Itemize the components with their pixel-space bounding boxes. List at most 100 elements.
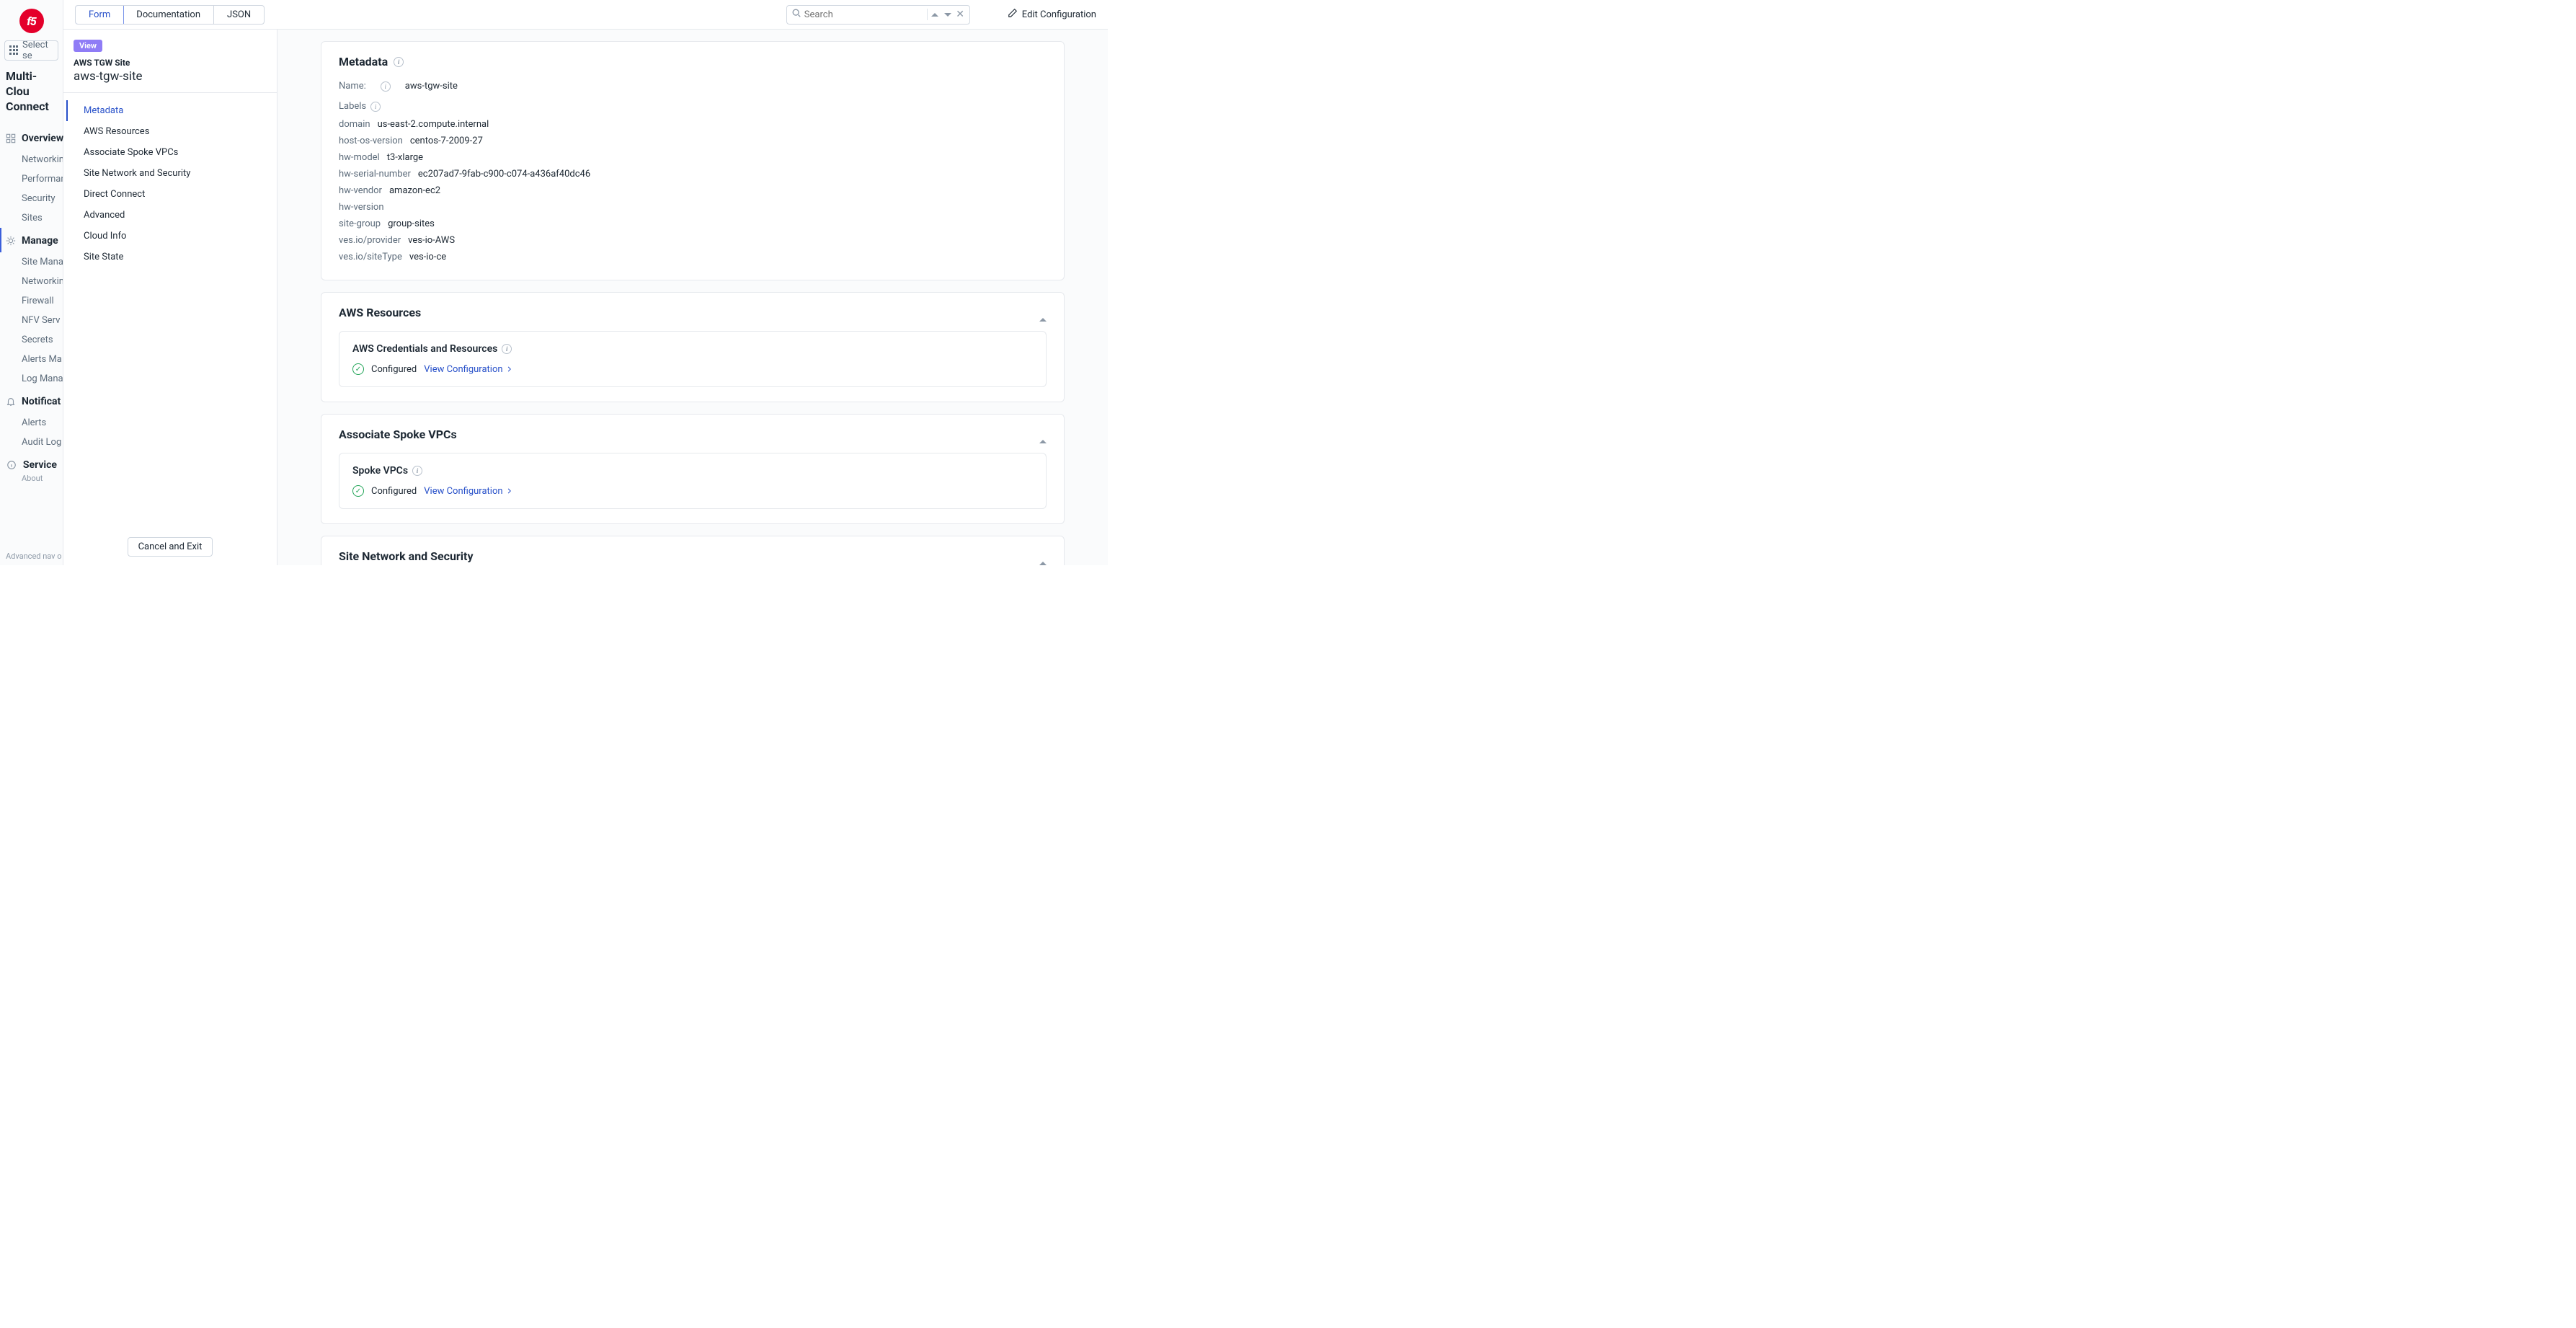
label-key: site-group (339, 218, 381, 229)
nav-section-service[interactable]: Service (0, 452, 63, 477)
info-icon[interactable]: i (394, 57, 404, 67)
label-value: us-east-2.compute.internal (378, 119, 489, 130)
label-key: host-os-version (339, 136, 403, 146)
object-name: aws-tgw-site (74, 69, 267, 84)
anchor-advanced[interactable]: Advanced (66, 205, 274, 226)
label-row: hw-modelt3-xlarge (339, 149, 1047, 166)
nav-section-notifications[interactable]: Notificat (0, 389, 63, 413)
spoke-vpcs-subtitle: Spoke VPCs (352, 465, 408, 477)
tab-documentation[interactable]: Documentation (123, 6, 214, 24)
search-input[interactable] (804, 9, 924, 20)
label-key: ves.io/siteType (339, 252, 402, 262)
info-icon[interactable]: i (502, 344, 512, 354)
anchor-site-network-security[interactable]: Site Network and Security (66, 163, 274, 184)
label-row: ves.io/provider ves-io-AWS (339, 232, 1047, 249)
check-circle-icon: ✓ (352, 485, 364, 497)
label-key: domain (339, 119, 370, 130)
nav-item-networking-overview[interactable]: Networkin (0, 150, 63, 169)
label-row: ves.io/siteType ves-io-ce (339, 249, 1047, 265)
info-icon[interactable]: i (412, 466, 422, 476)
configured-status: Configured (371, 486, 417, 497)
anchor-direct-connect[interactable]: Direct Connect (66, 184, 274, 205)
card-site-network-security: Site Network and Security (321, 536, 1065, 565)
edit-configuration-button[interactable]: Edit Configuration (1008, 8, 1096, 21)
nav-item-nfv-services[interactable]: NFV Serv (0, 311, 63, 330)
label-key: ves.io/provider (339, 235, 401, 246)
search-icon (791, 8, 801, 21)
aws-credentials-subtitle: AWS Credentials and Resources (352, 343, 497, 355)
search-prev-icon[interactable] (930, 7, 939, 22)
label-key: hw-model (339, 152, 380, 163)
search-clear-icon[interactable]: ✕ (955, 7, 964, 22)
f5-logo[interactable]: f5 (19, 9, 44, 33)
nav-item-firewall[interactable]: Firewall (0, 291, 63, 311)
view-mode-tabs: Form Documentation JSON (75, 5, 265, 25)
collapse-icon[interactable] (1039, 307, 1047, 318)
label-key: hw-vendor (339, 185, 382, 196)
label-key: hw-serial-number (339, 169, 411, 180)
configured-status: Configured (371, 364, 417, 375)
cancel-and-exit-button[interactable]: Cancel and Exit (128, 537, 213, 557)
nav-item-alerts-management[interactable]: Alerts Ma (0, 350, 63, 369)
label-row: hw-serial-number ec207ad7-9fab-c900-c074-… (339, 166, 1047, 182)
nav-section-manage[interactable]: Manage (0, 228, 63, 252)
bell-icon (6, 396, 16, 407)
info-icon[interactable]: i (370, 102, 381, 112)
site-network-title: Site Network and Security (339, 549, 474, 563)
anchor-associate-spoke-vpcs[interactable]: Associate Spoke VPCs (66, 142, 274, 163)
collapse-icon[interactable] (1039, 551, 1047, 562)
info-icon[interactable]: i (381, 81, 391, 92)
name-key: Name: (339, 81, 366, 92)
tab-json[interactable]: JSON (214, 6, 264, 24)
name-value: aws-tgw-site (405, 81, 458, 92)
check-circle-icon: ✓ (352, 363, 364, 375)
search-next-icon[interactable] (943, 7, 952, 22)
label-value: centos-7-2009-27 (410, 136, 483, 146)
nav-item-site-management[interactable]: Site Mana (0, 252, 63, 272)
nav-item-audit-logs[interactable]: Audit Log (0, 433, 63, 452)
nav-item-log-management[interactable]: Log Mana (0, 369, 63, 389)
label-value: amazon-ec2 (389, 185, 440, 196)
nav-item-security-overview[interactable]: Security (0, 189, 63, 208)
select-service-dropdown[interactable]: Select se (4, 40, 58, 61)
label-row: host-os-version centos-7-2009-27 (339, 133, 1047, 149)
nav-about[interactable]: About (0, 474, 63, 483)
tab-form[interactable]: Form (75, 5, 124, 25)
anchor-cloud-info[interactable]: Cloud Info (66, 226, 274, 247)
spoke-vpcs-title: Associate Spoke VPCs (339, 428, 457, 441)
manage-icon (6, 235, 16, 247)
nav-item-secrets[interactable]: Secrets (0, 330, 63, 350)
main-content[interactable]: Metadata i Name: i aws-tgw-site Labels i (277, 30, 1108, 565)
anchor-metadata[interactable]: Metadata (66, 100, 274, 121)
dashboard-icon (6, 133, 16, 144)
pencil-icon (1008, 8, 1018, 21)
metadata-title: Metadata (339, 55, 388, 68)
anchor-aws-resources[interactable]: AWS Resources (66, 121, 274, 142)
grid-icon (9, 45, 18, 56)
view-badge: View (74, 40, 102, 52)
label-key: hw-version (339, 202, 384, 213)
anchor-site-state[interactable]: Site State (66, 247, 274, 267)
advanced-nav-toggle[interactable]: Advanced nav o (0, 547, 63, 565)
nav-item-networking-manage[interactable]: Networkin (0, 272, 63, 291)
collapse-icon[interactable] (1039, 429, 1047, 440)
label-row: site-groupgroup-sites (339, 216, 1047, 232)
view-configuration-link[interactable]: View Configuration (424, 364, 512, 375)
card-spoke-vpcs: Associate Spoke VPCs Spoke VPCs i ✓ Conf… (321, 414, 1065, 524)
search-box[interactable]: ✕ (786, 5, 970, 25)
product-title: Multi-Clou Connect (0, 69, 63, 125)
labels-title: Labels (339, 101, 366, 112)
nav-section-overview[interactable]: Overview (0, 125, 63, 150)
aws-resources-title: AWS Resources (339, 306, 421, 319)
nav-item-alerts[interactable]: Alerts (0, 413, 63, 433)
object-type-label: AWS TGW Site (74, 58, 267, 68)
label-value: ves-io-ce (409, 252, 446, 262)
nav-item-sites[interactable]: Sites (0, 208, 63, 228)
info-icon (6, 459, 17, 471)
view-configuration-link[interactable]: View Configuration (424, 486, 512, 497)
nav-item-performance[interactable]: Performan (0, 169, 63, 189)
label-value: ec207ad7-9fab-c900-c074-a436af40dc46 (418, 169, 590, 180)
label-value: ves-io-AWS (408, 235, 455, 246)
select-service-label: Select se (22, 40, 53, 61)
label-row: hw-version (339, 199, 1047, 216)
